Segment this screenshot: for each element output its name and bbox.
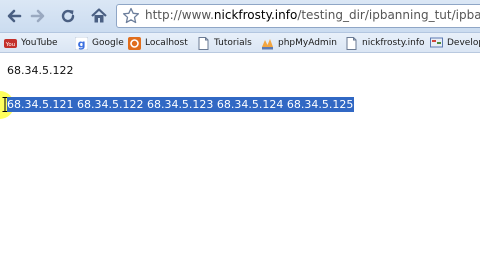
bookmark-phpmyadmin[interactable]: phpMyAdmin <box>261 35 337 51</box>
youtube-icon: You <box>4 38 17 48</box>
page-icon <box>346 36 357 50</box>
google-icon: g <box>75 36 88 50</box>
bookmark-label: phpMyAdmin <box>278 38 337 48</box>
bookmark-tutorials[interactable]: Tutorials <box>197 35 252 51</box>
back-button[interactable] <box>3 5 25 27</box>
current-ip-text: 68.34.5.122 <box>7 64 74 77</box>
bookmark-localhost[interactable]: Localhost <box>128 35 188 51</box>
url-prefix: http://www. <box>145 8 214 22</box>
page-content: 68.34.5.122 68.34.5.121 68.34.5.122 68.3… <box>0 53 480 270</box>
browser-toolbar: http://www.nickfrosty.info/testing_dir/i… <box>0 0 480 33</box>
address-bar[interactable]: http://www.nickfrosty.info/testing_dir/i… <box>116 4 480 28</box>
home-icon <box>91 8 107 23</box>
bookmark-label: Google <box>92 38 124 48</box>
localhost-icon <box>128 36 141 50</box>
bookmark-label: nickfrosty.info <box>362 38 425 48</box>
phpmyadmin-icon <box>262 38 273 49</box>
bookmark-develop[interactable]: Develop <box>430 35 480 51</box>
url-path: /testing_dir/ipbanning_tut/ipbanner.p <box>297 8 480 22</box>
bookmark-star-icon[interactable] <box>122 7 140 25</box>
forward-button[interactable] <box>27 5 49 27</box>
bookmark-nickfrosty[interactable]: nickfrosty.info <box>345 35 425 51</box>
svg-text:You: You <box>5 42 15 48</box>
develop-icon <box>430 37 443 47</box>
bookmark-youtube[interactable]: You YouTube <box>4 35 58 51</box>
url-text[interactable]: http://www.nickfrosty.info/testing_dir/i… <box>145 8 480 22</box>
url-domain: nickfrosty.info <box>213 8 298 22</box>
svg-text:g: g <box>78 37 86 50</box>
bookmark-label: YouTube <box>21 38 58 48</box>
bookmarks-bar: You YouTube g Google Localhost Tutorials… <box>0 33 480 53</box>
forward-arrow-icon <box>30 9 45 23</box>
bookmark-label: Develop <box>447 38 480 48</box>
home-button[interactable] <box>88 5 110 27</box>
page-icon <box>198 36 209 50</box>
bookmark-google[interactable]: g Google <box>75 35 124 51</box>
back-arrow-icon <box>7 9 22 23</box>
bookmark-label: Tutorials <box>214 38 252 48</box>
reload-icon <box>61 9 75 23</box>
bookmark-label: Localhost <box>145 38 188 48</box>
selected-ip-list[interactable]: 68.34.5.121 68.34.5.122 68.34.5.123 68.3… <box>7 97 355 112</box>
reload-button[interactable] <box>57 5 79 27</box>
